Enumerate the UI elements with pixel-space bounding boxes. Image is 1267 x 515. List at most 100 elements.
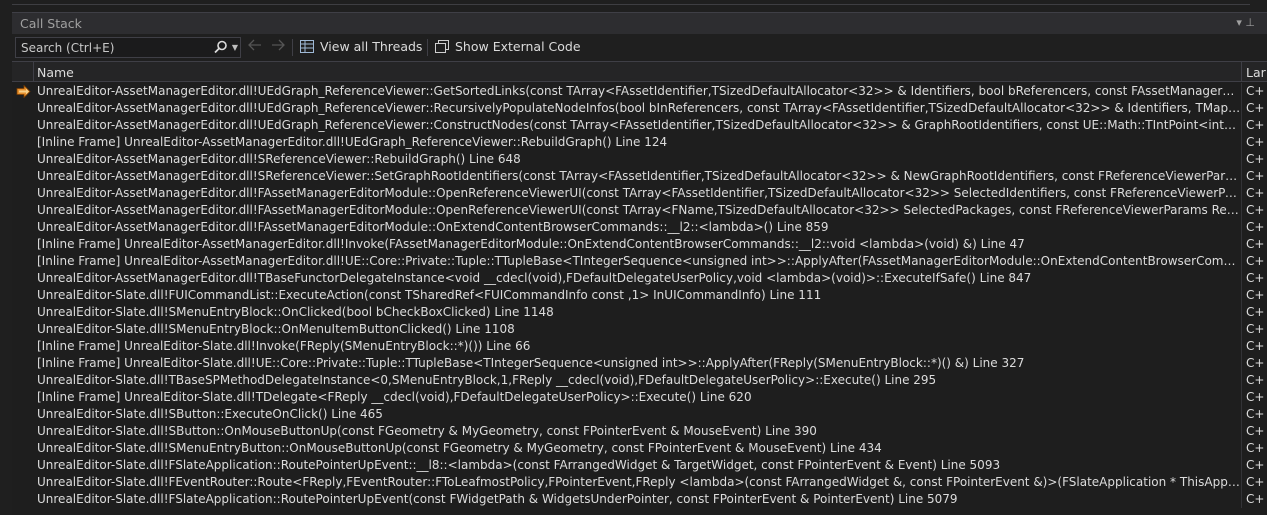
search-options-dropdown-icon[interactable]: ▼ (232, 43, 238, 52)
column-divider (1241, 355, 1242, 372)
column-divider (1241, 457, 1242, 474)
call-stack-frame-row[interactable]: [Inline Frame] UnrealEditor-AssetManager… (12, 134, 1267, 151)
call-stack-frame-row[interactable]: UnrealEditor-AssetManagerEditor.dll!FAss… (12, 202, 1267, 219)
threads-icon (300, 40, 314, 53)
call-stack-frame-row[interactable]: UnrealEditor-Slate.dll!FSlateApplication… (12, 491, 1267, 508)
frame-language: C+ (1246, 492, 1265, 506)
column-divider (1241, 185, 1242, 202)
row-gutter (12, 440, 34, 457)
column-divider (1241, 474, 1242, 491)
column-divider (1241, 304, 1242, 321)
call-stack-frame-row[interactable]: UnrealEditor-Slate.dll!SMenuEntryBlock::… (12, 321, 1267, 338)
search-input[interactable]: Search (Ctrl+E) ▼ (15, 37, 241, 58)
call-stack-frame-row[interactable]: UnrealEditor-Slate.dll!SMenuEntryBlock::… (12, 304, 1267, 321)
call-stack-grid: Name Lar UnrealEditor-AssetManagerEditor… (12, 61, 1267, 515)
gutter-header (12, 62, 34, 82)
frame-name: UnrealEditor-AssetManagerEditor.dll!UEdG… (37, 84, 1242, 98)
frame-language: C+ (1246, 169, 1265, 183)
pin-icon[interactable]: ▾ ⊥ (1236, 16, 1255, 29)
frame-language: C+ (1246, 390, 1265, 404)
column-divider (1241, 168, 1242, 185)
frame-name: UnrealEditor-Slate.dll!TBaseSPMethodDele… (37, 373, 937, 387)
column-divider (1241, 100, 1242, 117)
call-stack-frame-row[interactable]: UnrealEditor-Slate.dll!SButton::ExecuteO… (12, 406, 1267, 423)
call-stack-frame-row[interactable]: UnrealEditor-AssetManagerEditor.dll!UEdG… (12, 117, 1267, 134)
row-gutter (12, 185, 34, 202)
frame-name: UnrealEditor-Slate.dll!FSlateApplication… (37, 458, 1001, 472)
call-stack-frame-row[interactable]: UnrealEditor-Slate.dll!SMenuEntryButton:… (12, 440, 1267, 457)
row-gutter (12, 253, 34, 270)
frame-name: UnrealEditor-Slate.dll!SButton::ExecuteO… (37, 407, 383, 421)
call-stack-frame-row[interactable]: UnrealEditor-AssetManagerEditor.dll!FAss… (12, 219, 1267, 236)
call-stack-frame-row[interactable]: [Inline Frame] UnrealEditor-Slate.dll!In… (12, 338, 1267, 355)
call-stack-frame-row[interactable]: [Inline Frame] UnrealEditor-AssetManager… (12, 253, 1267, 270)
call-stack-frame-row[interactable]: UnrealEditor-Slate.dll!FEventRouter::Rou… (12, 474, 1267, 491)
frame-name: UnrealEditor-AssetManagerEditor.dll!TBas… (37, 271, 1032, 285)
frame-language: C+ (1246, 373, 1265, 387)
frame-language: C+ (1246, 135, 1265, 149)
show-external-code-button[interactable]: Show External Code (435, 39, 581, 54)
call-stack-frame-row[interactable]: UnrealEditor-Slate.dll!FSlateApplication… (12, 457, 1267, 474)
frame-name: UnrealEditor-AssetManagerEditor.dll!FAss… (37, 203, 1242, 217)
frame-language: C+ (1246, 475, 1265, 489)
frame-list: UnrealEditor-AssetManagerEditor.dll!UEdG… (12, 83, 1267, 508)
call-stack-frame-row[interactable]: [Inline Frame] UnrealEditor-Slate.dll!UE… (12, 355, 1267, 372)
search-icon[interactable] (214, 40, 228, 58)
frame-language: C+ (1246, 186, 1265, 200)
frame-language: C+ (1246, 458, 1265, 472)
frame-name: [Inline Frame] UnrealEditor-AssetManager… (37, 135, 668, 149)
row-gutter (12, 134, 34, 151)
arrow-left-icon[interactable] (248, 39, 262, 55)
frame-name: UnrealEditor-Slate.dll!FSlateApplication… (37, 492, 958, 506)
column-divider[interactable] (1241, 62, 1242, 82)
column-header-language[interactable]: Lar (1246, 65, 1266, 80)
column-divider (1241, 440, 1242, 457)
row-gutter (12, 406, 34, 423)
call-stack-frame-row[interactable]: UnrealEditor-AssetManagerEditor.dll!SRef… (12, 168, 1267, 185)
frame-name: UnrealEditor-Slate.dll!FEventRouter::Rou… (37, 475, 1242, 489)
row-gutter (12, 100, 34, 117)
row-gutter (12, 117, 34, 134)
column-divider (1241, 491, 1242, 508)
column-header-name[interactable]: Name (37, 65, 74, 80)
frame-name: UnrealEditor-AssetManagerEditor.dll!FAss… (37, 186, 1242, 200)
arrow-right-icon[interactable] (271, 39, 285, 55)
view-all-threads-button[interactable]: View all Threads (300, 39, 422, 54)
call-stack-frame-row[interactable]: UnrealEditor-AssetManagerEditor.dll!UEdG… (12, 100, 1267, 117)
external-code-icon (435, 40, 449, 53)
toolbar-separator (427, 39, 428, 56)
row-gutter (12, 270, 34, 287)
column-divider (1241, 389, 1242, 406)
column-divider (1241, 219, 1242, 236)
column-divider (1241, 338, 1242, 355)
call-stack-frame-row[interactable]: UnrealEditor-AssetManagerEditor.dll!SRef… (12, 151, 1267, 168)
frame-name: UnrealEditor-AssetManagerEditor.dll!FAss… (37, 220, 829, 234)
row-gutter (12, 423, 34, 440)
column-divider (1241, 372, 1242, 389)
search-placeholder: Search (Ctrl+E) (21, 41, 115, 55)
call-stack-frame-row[interactable]: UnrealEditor-AssetManagerEditor.dll!TBas… (12, 270, 1267, 287)
view-all-threads-label: View all Threads (320, 39, 423, 54)
frame-name: UnrealEditor-AssetManagerEditor.dll!UEdG… (37, 118, 1242, 132)
show-external-code-label: Show External Code (455, 39, 581, 54)
frame-language: C+ (1246, 254, 1265, 268)
row-gutter (12, 355, 34, 372)
call-stack-frame-row[interactable]: UnrealEditor-Slate.dll!FUICommandList::E… (12, 287, 1267, 304)
column-divider (1241, 202, 1242, 219)
toolbar: Search (Ctrl+E) ▼ View all Threads Show … (12, 35, 1267, 61)
call-stack-frame-row[interactable]: [Inline Frame] UnrealEditor-Slate.dll!TD… (12, 389, 1267, 406)
call-stack-frame-row[interactable]: [Inline Frame] UnrealEditor-AssetManager… (12, 236, 1267, 253)
column-divider (1241, 117, 1242, 134)
row-gutter (12, 168, 34, 185)
column-divider (1241, 151, 1242, 168)
frame-name: UnrealEditor-Slate.dll!SMenuEntryBlock::… (37, 305, 554, 319)
call-stack-frame-row[interactable]: UnrealEditor-Slate.dll!TBaseSPMethodDele… (12, 372, 1267, 389)
frame-name: [Inline Frame] UnrealEditor-Slate.dll!In… (37, 339, 531, 353)
call-stack-frame-row[interactable]: UnrealEditor-AssetManagerEditor.dll!FAss… (12, 185, 1267, 202)
row-gutter (12, 287, 34, 304)
frame-language: C+ (1246, 339, 1265, 353)
row-gutter (12, 491, 34, 508)
frame-language: C+ (1246, 237, 1265, 251)
call-stack-frame-row[interactable]: UnrealEditor-Slate.dll!SButton::OnMouseB… (12, 423, 1267, 440)
call-stack-frame-row[interactable]: UnrealEditor-AssetManagerEditor.dll!UEdG… (12, 83, 1267, 100)
